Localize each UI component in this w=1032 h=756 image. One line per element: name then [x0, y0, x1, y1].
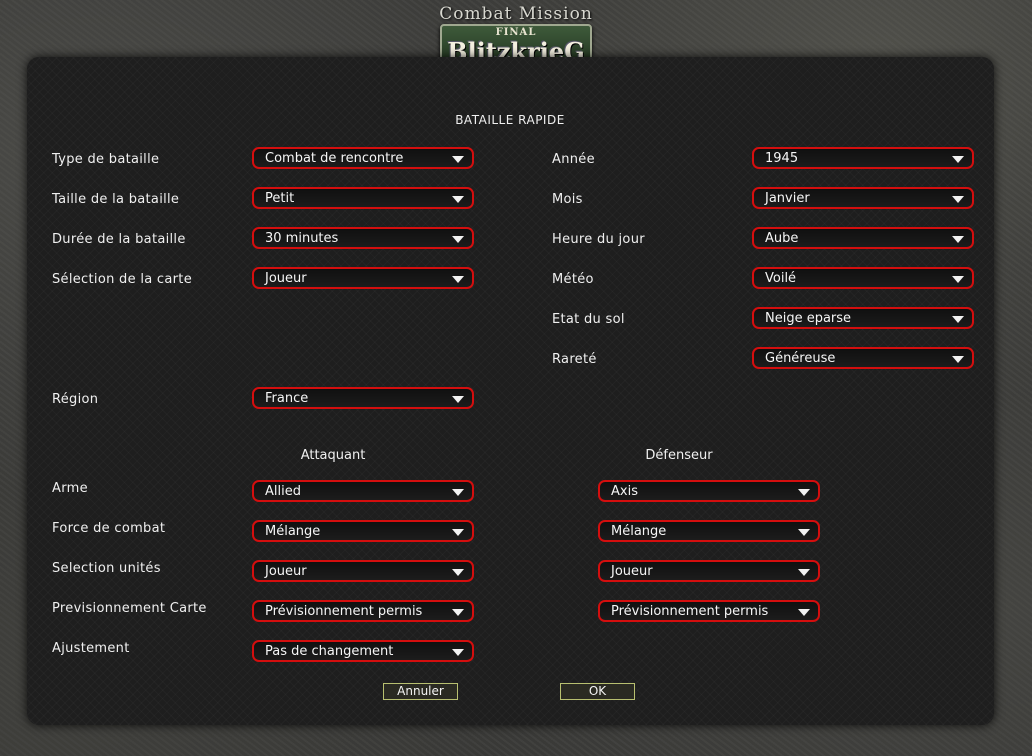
dropdown-weather[interactable]: Voilé: [752, 267, 974, 289]
chevron-down-icon: [452, 609, 464, 616]
dropdown-value: Prévisionnement permis: [265, 604, 423, 619]
chevron-down-icon: [452, 569, 464, 576]
label-map-selection: Sélection de la carte: [52, 272, 192, 287]
dropdown-value: Joueur: [611, 564, 653, 579]
dropdown-value: 1945: [765, 151, 799, 166]
chevron-down-icon: [452, 276, 464, 283]
label-region: Région: [52, 392, 99, 407]
chevron-down-icon: [452, 236, 464, 243]
label-time-of-day: Heure du jour: [552, 232, 645, 247]
dropdown-defender-preview[interactable]: Prévisionnement permis: [598, 600, 820, 622]
dropdown-value: Allied: [265, 484, 301, 499]
dropdown-month[interactable]: Janvier: [752, 187, 974, 209]
chevron-down-icon: [452, 489, 464, 496]
dropdown-value: 30 minutes: [265, 231, 339, 246]
label-battle-type: Type de bataille: [52, 152, 160, 167]
dropdown-value: Pas de changement: [265, 644, 394, 659]
dropdown-value: Mélange: [265, 524, 321, 539]
dropdown-attacker-arm[interactable]: Allied: [252, 480, 474, 502]
defender-header: Défenseur: [645, 448, 713, 463]
dropdown-battle-size[interactable]: Petit: [252, 187, 474, 209]
chevron-down-icon: [452, 196, 464, 203]
dropdown-defender-units[interactable]: Joueur: [598, 560, 820, 582]
dropdown-defender-arm[interactable]: Axis: [598, 480, 820, 502]
label-weather: Météo: [552, 272, 594, 287]
label-battle-duration: Durée de la bataille: [52, 232, 186, 247]
label-adjustment: Ajustement: [52, 641, 130, 656]
chevron-down-icon: [798, 609, 810, 616]
chevron-down-icon: [952, 196, 964, 203]
dropdown-value: Mélange: [611, 524, 667, 539]
cancel-button[interactable]: Annuler: [383, 683, 458, 700]
dropdown-adjustment[interactable]: Pas de changement: [252, 640, 474, 662]
dropdown-attacker-units[interactable]: Joueur: [252, 560, 474, 582]
label-combat-force: Force de combat: [52, 521, 166, 536]
dropdown-value: Axis: [611, 484, 638, 499]
chevron-down-icon: [452, 649, 464, 656]
chevron-down-icon: [952, 156, 964, 163]
dropdown-defender-force[interactable]: Mélange: [598, 520, 820, 542]
dropdown-value: France: [265, 391, 309, 406]
attacker-header: Attaquant: [300, 448, 366, 463]
dropdown-value: Neige eparse: [765, 311, 852, 326]
chevron-down-icon: [952, 316, 964, 323]
ok-button[interactable]: OK: [560, 683, 635, 700]
dropdown-value: Généreuse: [765, 351, 836, 366]
chevron-down-icon: [952, 276, 964, 283]
dropdown-battle-type[interactable]: Combat de rencontre: [252, 147, 474, 169]
dropdown-region[interactable]: France: [252, 387, 474, 409]
label-map-preview: Previsionnement Carte: [52, 601, 207, 616]
label-month: Mois: [552, 192, 583, 207]
dropdown-rarity[interactable]: Généreuse: [752, 347, 974, 369]
dropdown-value: Joueur: [265, 564, 307, 579]
dropdown-value: Prévisionnement permis: [611, 604, 769, 619]
dropdown-year[interactable]: 1945: [752, 147, 974, 169]
chevron-down-icon: [452, 529, 464, 536]
dropdown-battle-duration[interactable]: 30 minutes: [252, 227, 474, 249]
dropdown-value: Voilé: [765, 271, 797, 286]
label-rarity: Rareté: [552, 352, 597, 367]
dropdown-value: Petit: [265, 191, 295, 206]
dropdown-attacker-preview[interactable]: Prévisionnement permis: [252, 600, 474, 622]
dropdown-attacker-force[interactable]: Mélange: [252, 520, 474, 542]
chevron-down-icon: [798, 529, 810, 536]
dropdown-value: Combat de rencontre: [265, 151, 404, 166]
label-unit-selection: Selection unités: [52, 561, 161, 576]
dropdown-value: Janvier: [765, 191, 810, 206]
label-year: Année: [552, 152, 595, 167]
label-battle-size: Taille de la bataille: [52, 192, 180, 207]
label-ground-condition: Etat du sol: [552, 312, 625, 327]
dropdown-map-selection[interactable]: Joueur: [252, 267, 474, 289]
chevron-down-icon: [452, 396, 464, 403]
dropdown-value: Aube: [765, 231, 799, 246]
chevron-down-icon: [452, 156, 464, 163]
chevron-down-icon: [798, 489, 810, 496]
dropdown-time-of-day[interactable]: Aube: [752, 227, 974, 249]
dropdown-ground-condition[interactable]: Neige eparse: [752, 307, 974, 329]
logo-title: Combat Mission: [439, 4, 593, 24]
page-title: BATAILLE RAPIDE: [455, 113, 565, 127]
label-arm: Arme: [52, 481, 88, 496]
chevron-down-icon: [798, 569, 810, 576]
chevron-down-icon: [952, 356, 964, 363]
dropdown-value: Joueur: [265, 271, 307, 286]
chevron-down-icon: [952, 236, 964, 243]
